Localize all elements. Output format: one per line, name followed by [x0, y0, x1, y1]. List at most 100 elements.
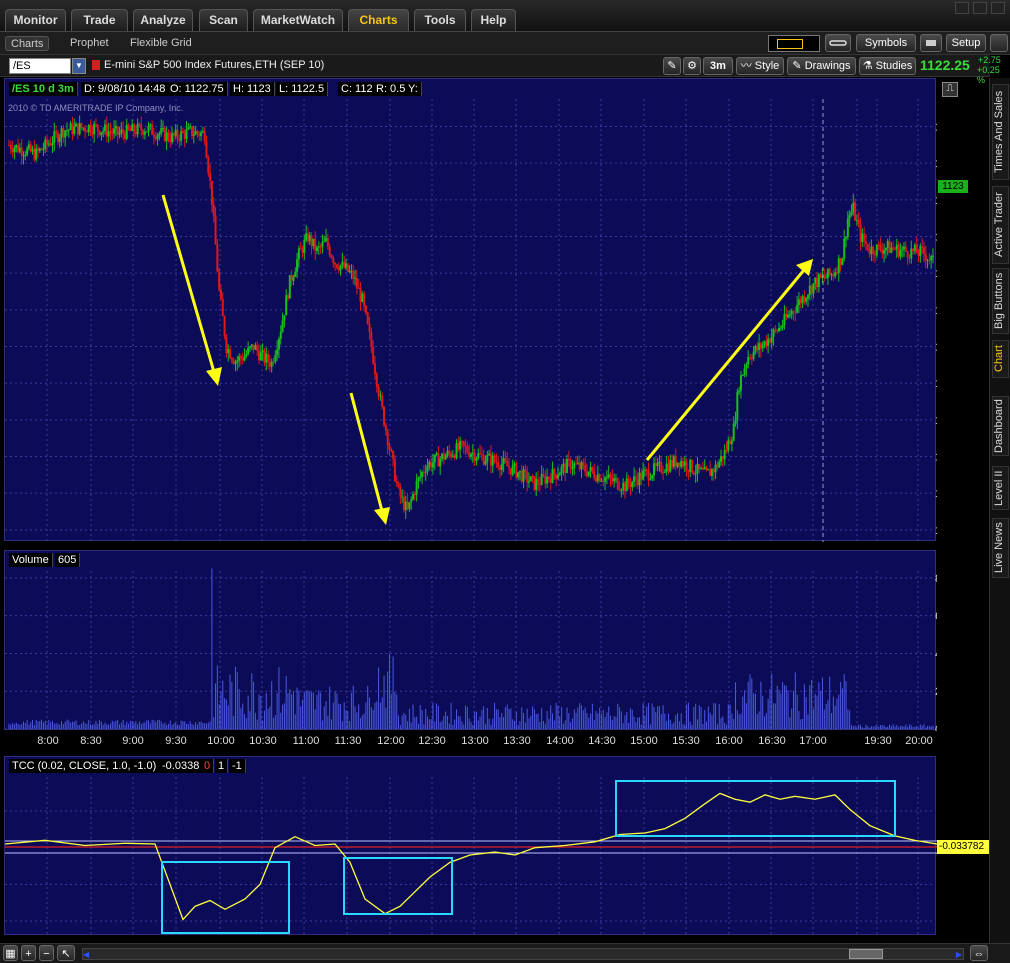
- candle-body: [87, 124, 90, 133]
- candle-body: [825, 277, 828, 279]
- sidebar-live-news[interactable]: Live News: [992, 518, 1009, 578]
- candle-body: [598, 474, 601, 482]
- candle-body: [843, 238, 846, 259]
- candle-body: [540, 474, 543, 485]
- volume-pane[interactable]: Volume 605 80,00060,00040,00020,0000: [4, 550, 937, 731]
- candle-body: [861, 233, 864, 243]
- candle-body: [142, 130, 145, 135]
- tab-scan[interactable]: Scan: [199, 9, 248, 31]
- candle-body: [721, 456, 724, 460]
- tcc-value-tag: -0.033782: [937, 840, 989, 854]
- candle-body: [750, 358, 753, 360]
- zoom-out-icon[interactable]: −: [39, 945, 54, 961]
- tab-charts[interactable]: Charts: [348, 9, 409, 31]
- candle-body: [129, 129, 132, 131]
- sidebar-active-trader[interactable]: Active Trader: [992, 186, 1009, 264]
- candle-body: [56, 132, 59, 142]
- candle-body: [884, 247, 887, 251]
- tab-analyze[interactable]: Analyze: [133, 9, 193, 31]
- candle-body: [388, 445, 391, 450]
- tab-monitor[interactable]: Monitor: [5, 9, 66, 31]
- subtab-charts[interactable]: Charts: [5, 36, 50, 51]
- price-chart-pane[interactable]: /ES 10 d 3m D: 9/08/10 14:48 O: 1122.75 …: [4, 78, 968, 542]
- volume-chart-svg: 80,000 60,000 40,000 20,000 0: [5, 568, 937, 731]
- scroll-left-icon[interactable]: ◀: [83, 950, 89, 959]
- symbols-button[interactable]: Symbols: [856, 34, 916, 52]
- tab-help[interactable]: Help: [471, 9, 516, 31]
- candle-body: [36, 148, 39, 151]
- candle-body: [609, 474, 612, 478]
- candle-body: [158, 133, 161, 135]
- subtab-flexible-grid[interactable]: Flexible Grid: [130, 36, 192, 51]
- candle-body: [614, 478, 617, 480]
- sidebar-times-and-sales[interactable]: Times And Sales: [992, 84, 1009, 180]
- candle-body: [747, 356, 750, 365]
- candle-body: [607, 474, 610, 478]
- sidebar-level-ii[interactable]: Level II: [992, 466, 1009, 510]
- candle-body: [787, 314, 790, 318]
- price-tick-label: 1118: [935, 268, 937, 280]
- candle-body: [758, 343, 761, 351]
- candle-body: [314, 238, 317, 251]
- candle-body: [680, 461, 683, 467]
- studies-button[interactable]: ⚗ Studies: [859, 57, 916, 75]
- zoom-in-icon[interactable]: +: [21, 945, 36, 961]
- close-icon[interactable]: [991, 2, 1005, 14]
- candle-body: [171, 133, 174, 142]
- symbol-dropdown-icon[interactable]: ▼: [72, 58, 86, 74]
- tools-icon[interactable]: ⚙: [683, 57, 701, 75]
- sidebar-big-buttons[interactable]: Big Buttons: [992, 268, 1009, 334]
- minimize-icon[interactable]: [955, 2, 969, 14]
- candle-body: [897, 244, 900, 257]
- aggregation-button[interactable]: 3m: [703, 57, 733, 75]
- candle-body: [281, 320, 284, 332]
- pointer-icon[interactable]: ↖: [57, 945, 75, 961]
- candle-body: [33, 148, 36, 160]
- candle-body: [459, 441, 462, 450]
- candle-body: [393, 458, 396, 482]
- candle-body: [296, 259, 299, 272]
- candle-body: [799, 299, 802, 304]
- expand-icon[interactable]: ⇔: [970, 945, 988, 961]
- candle-body: [366, 312, 369, 324]
- drawings-button[interactable]: ✎ Drawings: [787, 57, 856, 75]
- scrollbar-thumb[interactable]: [849, 949, 883, 959]
- horizontal-scrollbar[interactable]: ◀ ▶: [82, 948, 964, 960]
- link-icon[interactable]: [825, 34, 851, 52]
- candle-body: [691, 459, 694, 473]
- tab-trade[interactable]: Trade: [71, 9, 128, 31]
- candle-body: [848, 215, 851, 219]
- crosshair-tool-icon[interactable]: ✎: [663, 57, 681, 75]
- sidebar-dashboard[interactable]: Dashboard: [992, 396, 1009, 456]
- symbol-input[interactable]: /ES: [9, 58, 71, 74]
- collapse-icon[interactable]: [990, 34, 1008, 52]
- candle-body: [730, 440, 733, 445]
- tab-tools[interactable]: Tools: [414, 9, 466, 31]
- candle-body: [248, 346, 251, 348]
- candle-body: [886, 240, 889, 248]
- candle-body: [625, 478, 628, 492]
- setup-button[interactable]: Setup: [946, 34, 986, 52]
- tcc-study-pane[interactable]: TCC (0.02, CLOSE, 1.0, -1.0) -0.0338 0 1…: [4, 756, 989, 936]
- style-button[interactable]: 〰 Style: [736, 57, 784, 75]
- scroll-right-icon[interactable]: ▶: [956, 950, 962, 959]
- chart-style-icon[interactable]: ⎍: [942, 82, 958, 97]
- color-swatch-field[interactable]: [768, 35, 820, 52]
- grid-icon[interactable]: ▦: [3, 945, 18, 961]
- price-tick-label: 1116: [935, 305, 937, 317]
- candle-body: [292, 276, 295, 281]
- maximize-icon[interactable]: [973, 2, 987, 14]
- candle-body: [430, 462, 433, 468]
- print-icon[interactable]: [920, 34, 942, 52]
- tab-marketwatch[interactable]: MarketWatch: [253, 9, 343, 31]
- sidebar-chart[interactable]: Chart: [992, 340, 1009, 378]
- subtab-prophet[interactable]: Prophet: [70, 36, 109, 51]
- candle-body: [772, 329, 775, 337]
- candle-body: [140, 124, 143, 131]
- candle-body: [386, 430, 389, 446]
- candle-body: [437, 453, 440, 467]
- candle-body: [120, 129, 123, 133]
- candle-body: [276, 349, 279, 356]
- candle-body: [683, 461, 686, 467]
- candle-body: [560, 466, 563, 474]
